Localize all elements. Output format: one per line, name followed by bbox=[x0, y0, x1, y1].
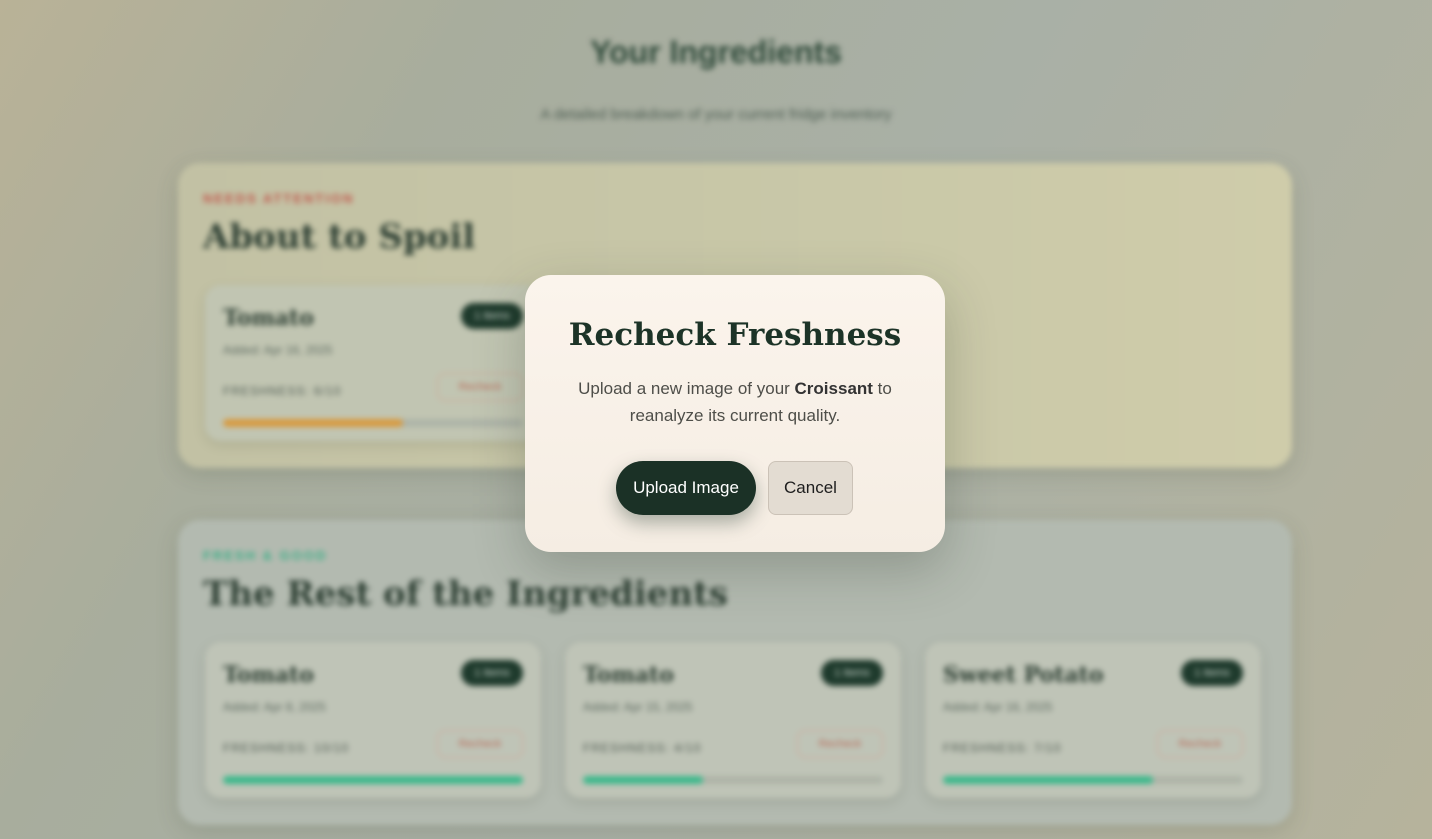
freshness-label: FRESHNESS: 10/10 bbox=[223, 741, 350, 755]
quantity-badge: 1 items bbox=[461, 660, 523, 686]
freshness-label: FRESHNESS: 6/10 bbox=[223, 384, 342, 398]
recheck-button[interactable]: Recheck bbox=[437, 373, 523, 401]
page-title: Your Ingredients bbox=[590, 34, 842, 70]
quantity-badge: 1 items bbox=[821, 660, 883, 686]
modal-description: Upload a new image of your Croissant to … bbox=[565, 375, 905, 429]
added-date: Added: Apr 16, 2025 bbox=[223, 343, 333, 357]
ingredient-card: Tomato 1 items Added: Apr 16, 2025 FRESH… bbox=[205, 285, 541, 441]
added-date: Added: Apr 16, 2025 bbox=[943, 700, 1053, 714]
freshness-bar bbox=[223, 776, 523, 784]
recheck-button[interactable]: Recheck bbox=[437, 730, 523, 758]
ingredient-card: Sweet Potato 1 items Added: Apr 16, 2025… bbox=[925, 642, 1261, 798]
freshness-label: FRESHNESS: 7/10 bbox=[943, 741, 1062, 755]
modal-title: Recheck Freshness bbox=[568, 317, 902, 353]
section-kicker: FRESH & GOOD bbox=[203, 548, 328, 563]
recheck-modal: Recheck Freshness Upload a new image of … bbox=[525, 275, 945, 552]
modal-body-prefix: Upload a new image of your bbox=[578, 379, 795, 398]
added-date: Added: Apr 8, 2025 bbox=[223, 700, 326, 714]
quantity-badge: 1 items bbox=[1181, 660, 1243, 686]
ingredient-card: Tomato 1 items Added: Apr 15, 2025 FRESH… bbox=[565, 642, 901, 798]
freshness-bar-fill bbox=[223, 419, 403, 427]
fresh-section: FRESH & GOOD The Rest of the Ingredients… bbox=[178, 520, 1292, 825]
freshness-bar bbox=[583, 776, 883, 784]
section-title: About to Spoil bbox=[203, 217, 476, 257]
freshness-label: FRESHNESS: 4/10 bbox=[583, 741, 702, 755]
freshness-bar-fill bbox=[943, 776, 1153, 784]
freshness-bar bbox=[223, 419, 523, 427]
modal-item-name: Croissant bbox=[794, 379, 873, 398]
recheck-button[interactable]: Recheck bbox=[1157, 730, 1243, 758]
section-kicker: NEEDS ATTENTION bbox=[203, 191, 355, 206]
ingredient-name: Sweet Potato bbox=[943, 662, 1104, 688]
recheck-button[interactable]: Recheck bbox=[797, 730, 883, 758]
section-title: The Rest of the Ingredients bbox=[203, 574, 728, 614]
ingredient-name: Tomato bbox=[223, 662, 314, 688]
ingredient-name: Tomato bbox=[583, 662, 674, 688]
ingredient-card: Tomato 1 items Added: Apr 8, 2025 FRESHN… bbox=[205, 642, 541, 798]
freshness-bar-fill bbox=[223, 776, 523, 784]
cancel-button[interactable]: Cancel bbox=[768, 461, 853, 515]
freshness-bar bbox=[943, 776, 1243, 784]
added-date: Added: Apr 15, 2025 bbox=[583, 700, 693, 714]
upload-image-button[interactable]: Upload Image bbox=[616, 461, 756, 515]
quantity-badge: 1 items bbox=[461, 303, 523, 329]
ingredient-name: Tomato bbox=[223, 305, 314, 331]
freshness-bar-fill bbox=[583, 776, 703, 784]
page-subtitle: A detailed breakdown of your current fri… bbox=[540, 106, 892, 123]
